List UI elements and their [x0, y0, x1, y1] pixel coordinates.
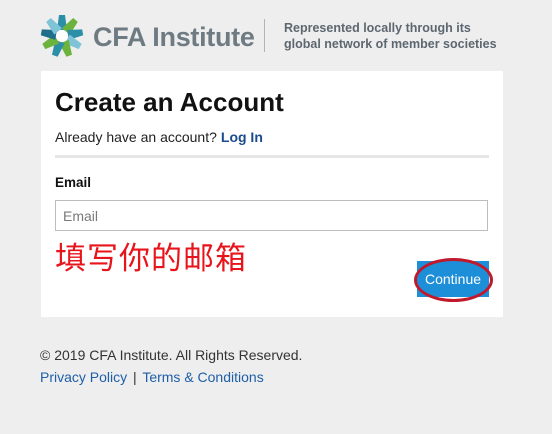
- login-prompt-text: Already have an account?: [55, 129, 217, 145]
- continue-button[interactable]: Continue: [417, 261, 489, 297]
- login-link[interactable]: Log In: [221, 129, 263, 145]
- email-label: Email: [55, 175, 92, 190]
- tagline-line-1: Represented locally through its: [284, 21, 471, 35]
- instruction-annotation: 填写你的邮箱: [55, 241, 247, 277]
- email-input[interactable]: [55, 200, 488, 231]
- logo-wordmark[interactable]: CFA Institute: [93, 22, 255, 53]
- page-title: Create an Account: [55, 87, 284, 117]
- site-footer: © 2019 CFA Institute. All Rights Reserve…: [40, 347, 302, 385]
- terms-conditions-link[interactable]: Terms & Conditions: [142, 369, 263, 385]
- copyright-text: © 2019 CFA Institute. All Rights Reserve…: [40, 347, 303, 363]
- site-header: CFA Institute Represented locally throug…: [40, 14, 510, 58]
- section-divider: [55, 155, 489, 158]
- tagline-line-2: global network of member societies: [284, 37, 497, 51]
- login-prompt-line: Already have an account? Log In: [55, 129, 263, 145]
- header-divider: [264, 19, 265, 52]
- footer-links: Privacy Policy | Terms & Conditions: [40, 369, 302, 385]
- footer-separator: |: [133, 369, 137, 385]
- create-account-card: Create an Account Already have an accoun…: [41, 71, 503, 317]
- header-tagline: Represented locally through its global n…: [284, 20, 497, 52]
- cfa-globe-icon[interactable]: [40, 14, 84, 58]
- privacy-policy-link[interactable]: Privacy Policy: [40, 369, 127, 385]
